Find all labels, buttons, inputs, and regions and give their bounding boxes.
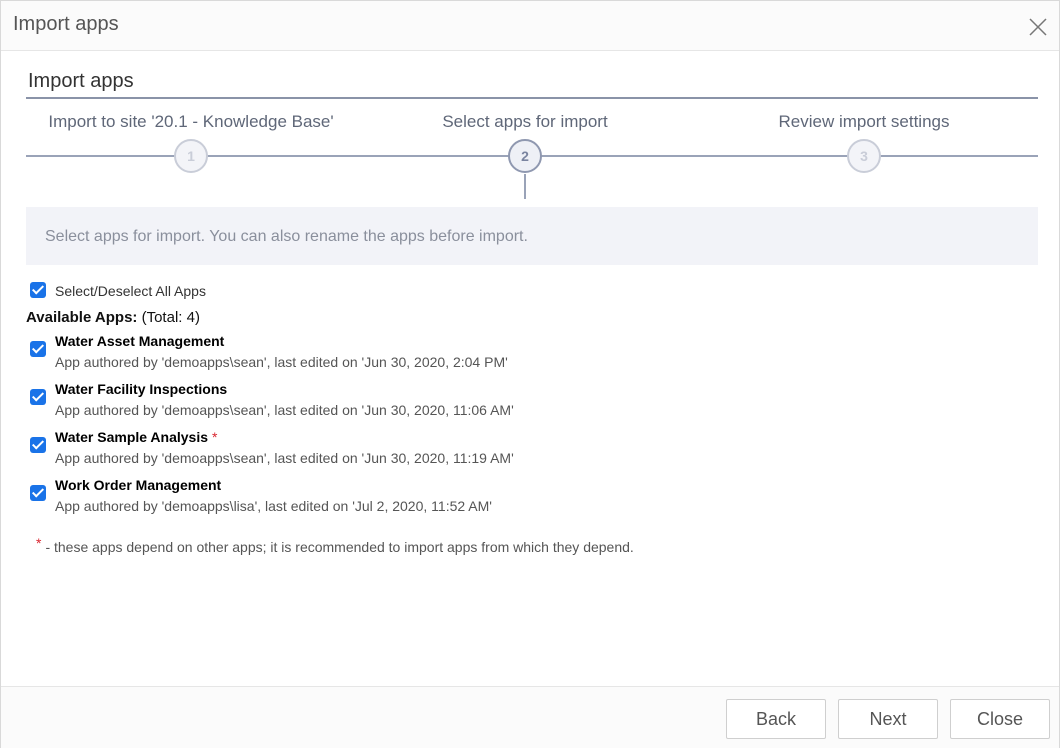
- instruction-panel: Select apps for import. You can also ren…: [26, 207, 1038, 265]
- import-wizard-stepper: Import to site '20.1 - Knowledge Base' 1…: [26, 101, 1038, 201]
- section-divider: [26, 97, 1038, 99]
- next-button[interactable]: Next: [838, 699, 938, 739]
- close-icon[interactable]: [1027, 16, 1049, 38]
- app-checkbox[interactable]: [30, 485, 46, 501]
- close-button[interactable]: Close: [950, 699, 1050, 739]
- dependency-footnote: *- these apps depend on other apps; it i…: [36, 539, 634, 555]
- app-name: Work Order Management: [55, 477, 225, 493]
- available-apps-heading: Available Apps: (Total: 4): [26, 309, 200, 326]
- app-description: App authored by 'demoapps\sean', last ed…: [55, 354, 508, 370]
- dependency-marker: *: [212, 429, 217, 445]
- list-item: Work Order Management App authored by 'd…: [30, 477, 930, 525]
- current-step-indicator: [524, 174, 526, 199]
- instruction-text: Select apps for import. You can also ren…: [45, 228, 528, 246]
- footnote-marker: *: [36, 535, 41, 551]
- app-checkbox[interactable]: [30, 389, 46, 405]
- app-list: Water Asset Management App authored by '…: [30, 333, 930, 525]
- step-1-label: Import to site '20.1 - Knowledge Base': [48, 112, 333, 132]
- app-checkbox[interactable]: [30, 341, 46, 357]
- app-description: App authored by 'demoapps\sean', last ed…: [55, 402, 514, 418]
- step-2-label: Select apps for import: [442, 112, 607, 132]
- list-item: Water Sample Analysis* App authored by '…: [30, 429, 930, 477]
- app-description: App authored by 'demoapps\lisa', last ed…: [55, 498, 492, 514]
- app-name: Water Facility Inspections: [55, 381, 231, 397]
- step-2-circle: 2: [508, 139, 542, 173]
- footnote-text: - these apps depend on other apps; it is…: [45, 539, 633, 555]
- list-item: Water Facility Inspections App authored …: [30, 381, 930, 429]
- dialog-footer: Back Next Close: [1, 686, 1059, 748]
- step-3-label: Review import settings: [778, 112, 949, 132]
- back-button[interactable]: Back: [726, 699, 826, 739]
- select-all-row[interactable]: Select/Deselect All Apps: [30, 280, 206, 299]
- available-apps-total: (Total: 4): [142, 309, 200, 326]
- select-all-checkbox[interactable]: [30, 282, 46, 298]
- list-item: Water Asset Management App authored by '…: [30, 333, 930, 381]
- app-description: App authored by 'demoapps\sean', last ed…: [55, 450, 514, 466]
- available-apps-label: Available Apps:: [26, 309, 137, 326]
- step-3-circle: 3: [847, 139, 881, 173]
- dialog-title: Import apps: [13, 13, 119, 36]
- app-name: Water Asset Management: [55, 333, 228, 349]
- step-1-circle: 1: [174, 139, 208, 173]
- select-all-label[interactable]: Select/Deselect All Apps: [55, 283, 206, 299]
- dialog-title-bar: Import apps: [1, 1, 1059, 51]
- section-title: Import apps: [28, 70, 134, 93]
- app-name: Water Sample Analysis*: [55, 429, 217, 445]
- import-apps-dialog: Import apps Import apps Import to site '…: [0, 0, 1060, 748]
- app-checkbox[interactable]: [30, 437, 46, 453]
